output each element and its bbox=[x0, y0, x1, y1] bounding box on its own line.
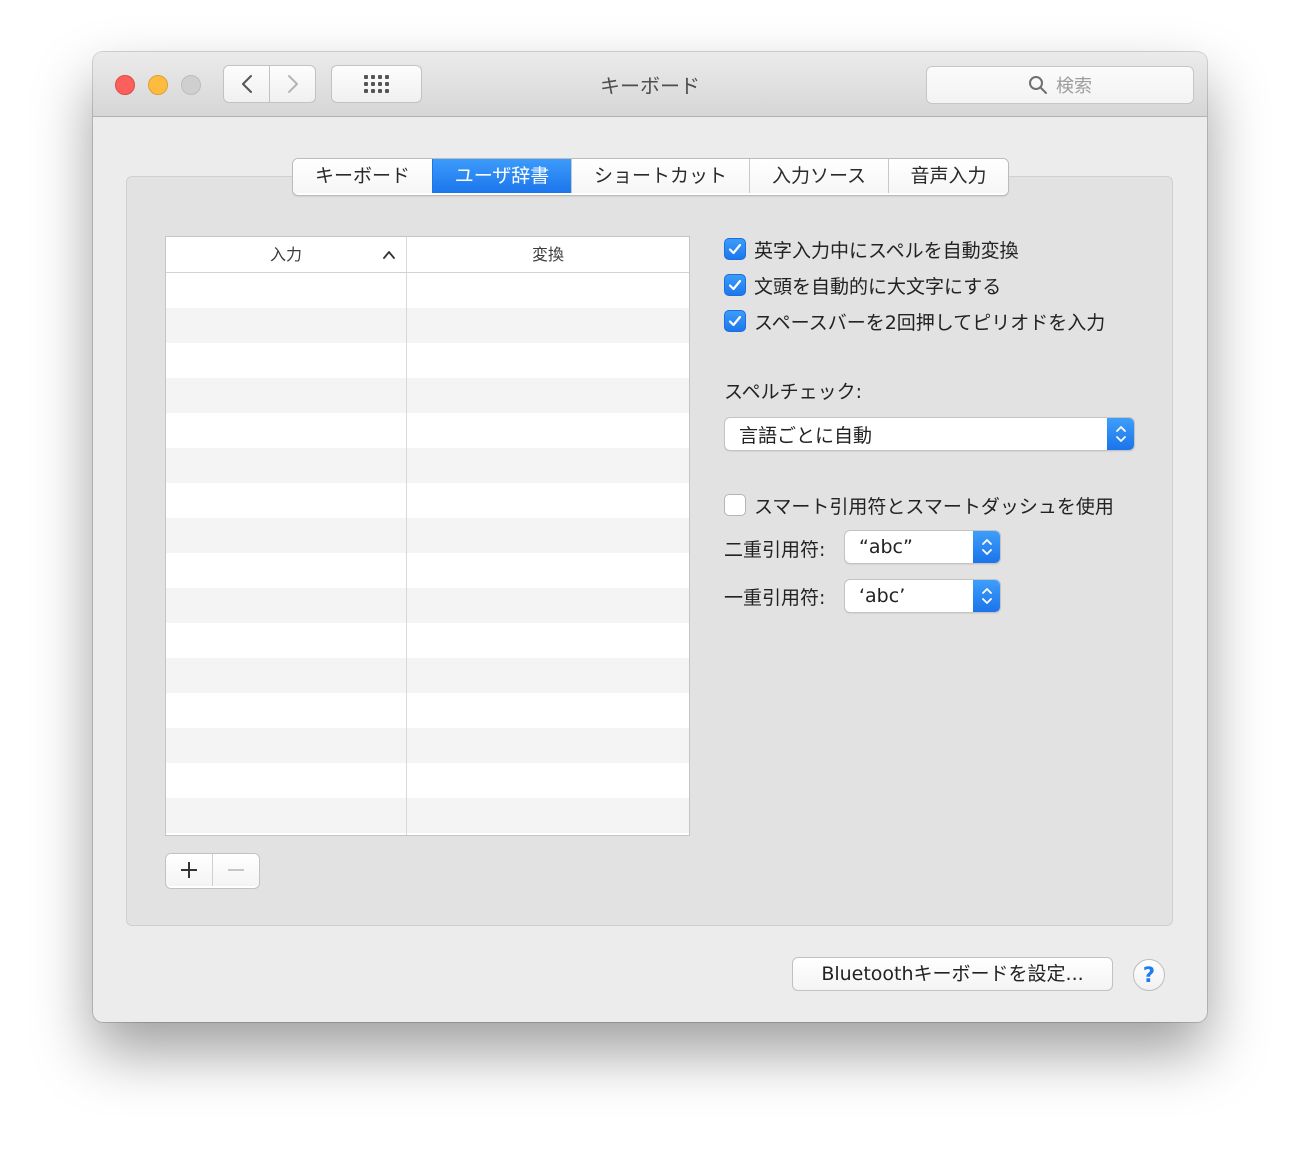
smart-quotes-label: スマート引用符とスマートダッシュを使用 bbox=[754, 495, 1114, 518]
double-quote-value: “abc” bbox=[859, 536, 913, 558]
single-quote-value: ‘abc’ bbox=[859, 585, 906, 607]
table-row bbox=[166, 483, 689, 518]
title-bar: キーボード 検索 bbox=[93, 52, 1207, 117]
double-quote-label: 二重引用符: bbox=[724, 539, 826, 561]
updown-arrows-icon bbox=[973, 531, 1000, 563]
close-window-button[interactable] bbox=[115, 75, 135, 95]
preferences-window: キーボード 検索 キーボード ユーザ辞書 ショートカット 入力ソース 音声入力 … bbox=[93, 52, 1207, 1022]
auto-correct-spelling-label: 英字入力中にスペルを自動変換 bbox=[754, 239, 1019, 262]
column-header-conversion[interactable]: 変換 bbox=[407, 237, 689, 272]
minimize-window-button[interactable] bbox=[148, 75, 168, 95]
search-placeholder: 検索 bbox=[1056, 76, 1092, 97]
double-space-period-checkbox[interactable] bbox=[724, 310, 746, 332]
zoom-window-button[interactable] bbox=[181, 75, 201, 95]
table-rows bbox=[166, 273, 689, 835]
back-button[interactable] bbox=[223, 65, 270, 103]
column-header-input[interactable]: 入力 bbox=[166, 237, 407, 272]
tab-bar: キーボード ユーザ辞書 ショートカット 入力ソース 音声入力 bbox=[292, 158, 1009, 196]
double-quote-popup[interactable]: “abc” bbox=[844, 530, 1001, 564]
remove-entry-button[interactable] bbox=[212, 854, 259, 886]
table-row bbox=[166, 518, 689, 553]
forward-button[interactable] bbox=[269, 65, 316, 103]
table-row bbox=[166, 308, 689, 343]
chevron-right-icon bbox=[287, 75, 298, 93]
auto-capitalize-option[interactable]: 文頭を自動的に大文字にする bbox=[724, 272, 1001, 298]
table-row bbox=[166, 798, 689, 833]
grid-icon bbox=[364, 75, 389, 93]
tab-input-sources[interactable]: 入力ソース bbox=[749, 159, 888, 193]
updown-arrows-icon bbox=[1107, 418, 1134, 450]
single-quote-popup[interactable]: ‘abc’ bbox=[844, 579, 1001, 613]
dictionary-table[interactable]: 入力 変換 bbox=[165, 236, 690, 836]
search-icon bbox=[1029, 76, 1047, 94]
help-button[interactable]: ? bbox=[1133, 959, 1165, 991]
sort-ascending-icon bbox=[383, 251, 395, 259]
single-quote-label: 一重引用符: bbox=[724, 587, 826, 609]
table-row bbox=[166, 588, 689, 623]
smart-quotes-checkbox[interactable] bbox=[724, 494, 746, 516]
setup-bluetooth-keyboard-button[interactable]: Bluetoothキーボードを設定... bbox=[792, 957, 1113, 991]
table-row bbox=[166, 833, 689, 835]
table-row bbox=[166, 553, 689, 588]
plus-icon bbox=[181, 862, 197, 878]
tab-shortcuts[interactable]: ショートカット bbox=[571, 159, 749, 193]
double-space-period-option[interactable]: スペースバーを2回押してピリオドを入力 bbox=[724, 308, 1105, 334]
chevron-left-icon bbox=[241, 75, 252, 93]
auto-capitalize-label: 文頭を自動的に大文字にする bbox=[754, 275, 1002, 298]
table-row bbox=[166, 728, 689, 763]
tab-dictation[interactable]: 音声入力 bbox=[888, 159, 1008, 193]
minus-icon bbox=[228, 869, 244, 871]
table-row bbox=[166, 763, 689, 798]
search-field[interactable]: 検索 bbox=[926, 66, 1194, 104]
tab-user-dictionary[interactable]: ユーザ辞書 bbox=[432, 159, 571, 193]
spell-check-popup[interactable]: 言語ごとに自動 bbox=[724, 417, 1135, 451]
auto-capitalize-checkbox[interactable] bbox=[724, 274, 746, 296]
table-header: 入力 変換 bbox=[166, 237, 689, 273]
auto-correct-spelling-checkbox[interactable] bbox=[724, 238, 746, 260]
tab-keyboard[interactable]: キーボード bbox=[293, 159, 432, 193]
table-row bbox=[166, 273, 689, 308]
auto-correct-spelling-option[interactable]: 英字入力中にスペルを自動変換 bbox=[724, 236, 1019, 262]
updown-arrows-icon bbox=[973, 580, 1000, 612]
table-row bbox=[166, 448, 689, 483]
spell-check-value: 言語ごとに自動 bbox=[739, 424, 873, 447]
show-all-button[interactable] bbox=[331, 65, 422, 103]
checkmark-icon bbox=[728, 243, 742, 255]
table-row bbox=[166, 623, 689, 658]
table-row bbox=[166, 413, 689, 448]
table-row bbox=[166, 343, 689, 378]
checkmark-icon bbox=[728, 315, 742, 327]
table-row bbox=[166, 378, 689, 413]
add-remove-control bbox=[165, 853, 260, 889]
add-entry-button[interactable] bbox=[166, 854, 212, 886]
spell-check-label: スペルチェック: bbox=[724, 381, 863, 403]
table-row bbox=[166, 693, 689, 728]
checkmark-icon bbox=[728, 279, 742, 291]
table-row bbox=[166, 658, 689, 693]
smart-quotes-option[interactable]: スマート引用符とスマートダッシュを使用 bbox=[724, 492, 1114, 518]
double-space-period-label: スペースバーを2回押してピリオドを入力 bbox=[754, 311, 1106, 334]
